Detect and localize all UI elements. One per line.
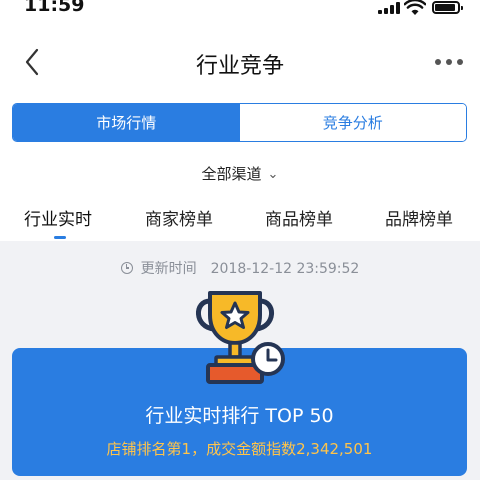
- card-title: 行业实时排行 TOP 50: [145, 405, 334, 427]
- signal-icon: [378, 2, 400, 14]
- active-tab-indicator: [54, 236, 66, 239]
- segmented-control: 市场行情 竞争分析: [12, 103, 467, 142]
- tab-product-ranking[interactable]: 商品榜单: [265, 205, 333, 230]
- clock-icon: [120, 262, 133, 274]
- chevron-down-icon: ⌄: [267, 167, 279, 182]
- update-label: 更新时间: [140, 261, 197, 277]
- status-bar: 11:59: [0, 0, 480, 30]
- channel-label: 全部渠道: [201, 165, 262, 183]
- update-time-value: 2018-12-12 23:59:52: [210, 261, 360, 277]
- tab-merchant-ranking[interactable]: 商家榜单: [145, 205, 213, 230]
- segment-competition-analysis[interactable]: 竞争分析: [239, 104, 466, 141]
- tab-brand-ranking[interactable]: 品牌榜单: [385, 205, 453, 230]
- channel-dropdown[interactable]: 全部渠道 ⌄: [0, 163, 480, 184]
- tab-industry-realtime[interactable]: 行业实时: [24, 205, 92, 230]
- battery-icon: [432, 1, 463, 14]
- wifi-icon: [404, 0, 426, 15]
- battery-level: [435, 4, 456, 11]
- trophy-icon: [196, 291, 285, 384]
- ranking-tabs: 行业实时 商家榜单 商品榜单 品牌榜单: [0, 205, 480, 241]
- status-time: 11:59: [24, 0, 85, 16]
- segment-market-trends[interactable]: 市场行情: [13, 104, 240, 141]
- update-time-row: 更新时间 2018-12-12 23:59:52: [0, 258, 480, 278]
- card-subtitle: 店铺排名第1，成交金额指数2,342,501: [106, 440, 373, 458]
- more-button[interactable]: [432, 52, 466, 70]
- navigation-bar: 行业竞争: [0, 38, 480, 86]
- page-title: 行业竞争: [195, 54, 284, 79]
